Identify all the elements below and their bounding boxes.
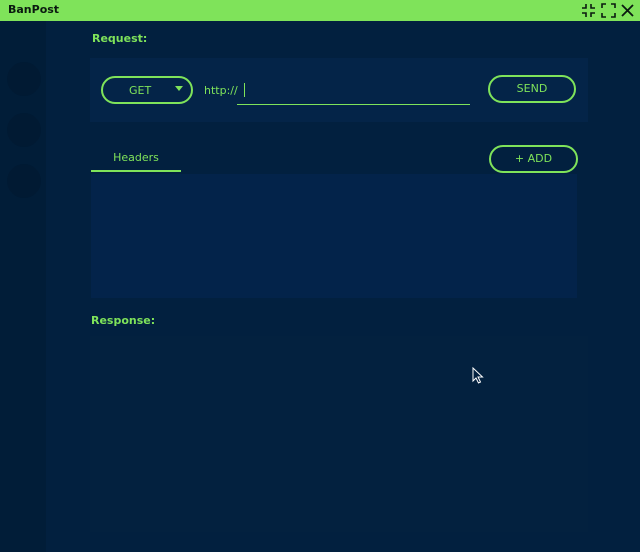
headers-panel <box>91 174 577 298</box>
close-icon[interactable] <box>620 3 635 18</box>
text-caret <box>244 83 245 97</box>
add-header-button[interactable]: + ADD <box>489 145 578 173</box>
collapse-icon[interactable] <box>581 3 596 18</box>
url-protocol-prefix: http:// <box>204 84 238 97</box>
title-bar: BanPost <box>0 0 640 21</box>
request-label: Request: <box>92 32 148 45</box>
send-button[interactable]: SEND <box>488 75 576 103</box>
window-title: BanPost <box>8 3 60 16</box>
dropdown-arrow-icon <box>175 86 183 91</box>
response-panel <box>90 336 588 532</box>
sidebar-item[interactable] <box>7 164 41 198</box>
sidebar-item[interactable] <box>7 62 41 96</box>
response-label: Response: <box>91 314 156 327</box>
url-input[interactable] <box>237 78 470 105</box>
method-select[interactable]: GET <box>101 76 193 104</box>
sidebar <box>0 21 46 552</box>
method-value: GET <box>129 84 152 97</box>
sidebar-item[interactable] <box>7 113 41 147</box>
fullscreen-icon[interactable] <box>601 3 616 18</box>
tab-headers[interactable]: Headers <box>91 146 181 172</box>
mouse-pointer-icon <box>472 367 484 384</box>
